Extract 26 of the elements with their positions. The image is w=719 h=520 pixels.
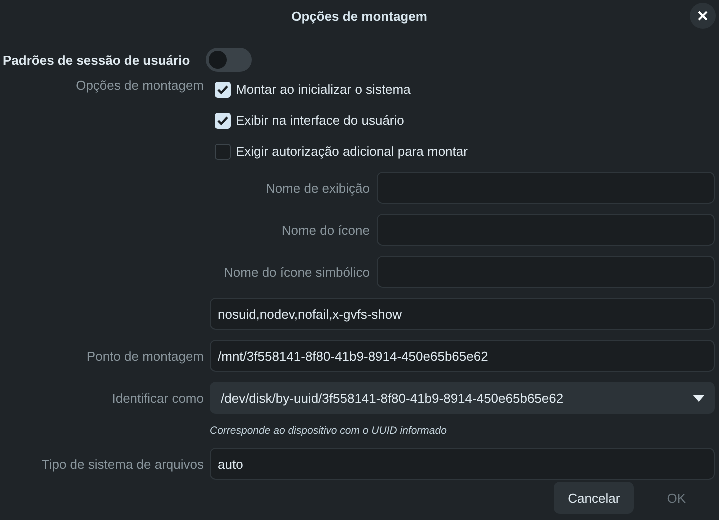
input-field[interactable]: auto bbox=[210, 448, 715, 480]
window-title: Opções de montagem bbox=[292, 8, 428, 24]
checkbox-label: Exibir na interface do usuário bbox=[236, 113, 404, 128]
input-field[interactable]: nosuid,nodev,nofail,x-gvfs-show bbox=[210, 298, 715, 330]
checkbox[interactable] bbox=[215, 144, 231, 160]
field-label: Nome de exibição bbox=[264, 180, 370, 196]
field-label: Nome do ícone bbox=[280, 222, 370, 238]
input-field[interactable] bbox=[377, 256, 715, 288]
checkbox-label: Exigir autorização adicional para montar bbox=[236, 144, 468, 159]
field-label: Tipo de sistema de arquivos bbox=[40, 456, 204, 472]
field-label: Nome do ícone simbólico bbox=[223, 264, 370, 280]
close-button[interactable] bbox=[690, 3, 716, 29]
dropdown[interactable]: /dev/disk/by-uuid/3f558141-8f80-41b9-8914-450e65b65e62 bbox=[210, 382, 715, 414]
toggle-label: Padrões de sessão de usuário bbox=[3, 52, 192, 68]
cancel-button[interactable]: Cancelar bbox=[554, 482, 634, 514]
input-field[interactable]: /mnt/3f558141-8f80-41b9-8914-450e65b65e62 bbox=[210, 340, 715, 372]
field-label: Identificar como bbox=[111, 390, 204, 406]
input-field[interactable] bbox=[377, 172, 715, 204]
toggle-switch[interactable] bbox=[206, 48, 252, 72]
field-label: Opções de montagem bbox=[75, 77, 204, 93]
field-label: Ponto de montagem bbox=[86, 348, 204, 364]
close-icon bbox=[698, 11, 708, 21]
checkbox-label: Montar ao inicializar o sistema bbox=[236, 82, 411, 97]
input-field[interactable] bbox=[377, 214, 715, 246]
dropdown-arrow-icon bbox=[693, 394, 705, 402]
hint-text: Corresponde ao dispositivo com o UUID informado bbox=[210, 424, 448, 439]
